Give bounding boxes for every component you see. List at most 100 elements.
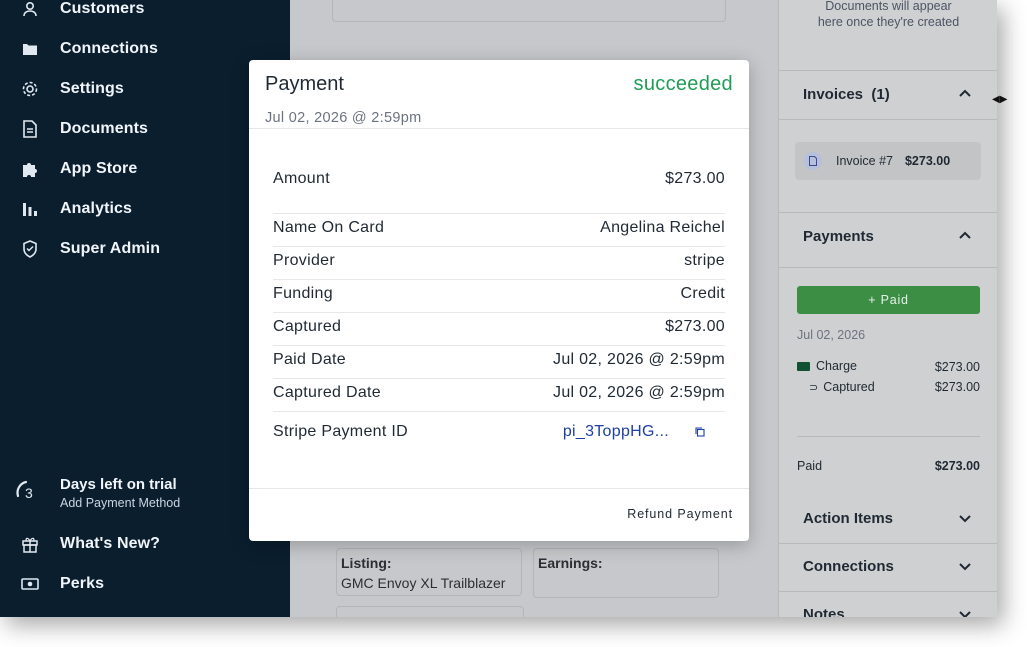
payments-section-header[interactable]: Payments (779, 212, 997, 268)
resize-arrows-icon[interactable]: ◀▶ (992, 94, 1007, 105)
charge-row[interactable]: Charge (797, 359, 857, 373)
stripe-id-label: Stripe Payment ID (273, 423, 408, 440)
app-window: Customers Connections Settings Documents… (0, 0, 997, 617)
chevron-down-icon (959, 611, 971, 617)
row-value: Credit (680, 285, 725, 302)
earnings-card: Earnings: (533, 548, 719, 598)
notes-title: Notes (803, 606, 845, 617)
ghost-card-bottom (336, 606, 524, 617)
sidebar-item-label: Connections (60, 40, 158, 57)
captured-row: ⊃ Captured (809, 380, 875, 394)
copy-icon[interactable] (695, 427, 705, 437)
refund-payment-button[interactable]: Refund Payment (627, 507, 733, 521)
sidebar-item-label: App Store (60, 160, 138, 177)
folder-icon (20, 39, 40, 59)
shield-icon (20, 239, 40, 259)
docs-note-line2: here once they're created (817, 15, 960, 29)
gift-icon (20, 534, 40, 554)
stripe-id-value-wrap: pi_3ToppHG... (563, 423, 725, 441)
action-items-section-header[interactable]: Action Items (779, 495, 997, 544)
captured-arrow-icon: ⊃ (809, 381, 819, 394)
card-icon (797, 361, 810, 371)
gear-icon (20, 79, 40, 99)
listing-label: Listing: (341, 555, 392, 571)
row-label: Paid Date (273, 351, 346, 368)
row-divider (273, 312, 725, 313)
sidebar-item-app-store[interactable]: App Store (20, 157, 137, 181)
captured-label: Captured (823, 380, 875, 394)
charge-amount: $273.00 (934, 360, 980, 374)
row-divider (273, 279, 725, 280)
row-value: Angelina Reichel (600, 219, 725, 236)
paid-date-row: Paid Date Jul 02, 2026 @ 2:59pm (273, 351, 725, 369)
money-icon (20, 574, 40, 594)
stripe-payment-id-link[interactable]: pi_3ToppHG... (563, 423, 669, 441)
amount-row: Amount $273.00 (273, 170, 725, 188)
invoices-title: Invoices (1) (803, 86, 890, 103)
connections-section-header[interactable]: Connections (779, 543, 997, 592)
row-divider (273, 345, 725, 346)
modal-header-divider (249, 128, 749, 129)
document-icon (20, 119, 40, 139)
invoice-item[interactable]: Invoice #7 $273.00 (795, 142, 981, 180)
name-on-card-row: Name On Card Angelina Reichel (273, 219, 725, 237)
charge-label: Charge (816, 359, 857, 373)
add-payment-method-link[interactable]: Add Payment Method (60, 496, 180, 510)
sidebar-item-label: What's New? (60, 535, 161, 552)
sidebar-item-whats-new[interactable]: What's New? (20, 532, 160, 556)
row-value: Jul 02, 2026 @ 2:59pm (553, 384, 725, 401)
chevron-up-icon (959, 231, 971, 239)
sidebar-item-label: Customers (60, 0, 145, 17)
docs-note-line1: Documents will appear (825, 0, 952, 13)
invoice-document-icon (804, 152, 822, 170)
amount-label: Amount (273, 170, 330, 187)
notes-section-header[interactable]: Notes (779, 591, 997, 617)
trial-days-count: 3 (25, 485, 33, 501)
bar-chart-icon (20, 199, 40, 219)
chevron-down-icon (959, 563, 971, 571)
sidebar-item-perks[interactable]: Perks (20, 572, 104, 596)
modal-title: Payment (265, 73, 344, 95)
paid-total: $273.00 (934, 459, 980, 473)
trial-title: Days left on trial (60, 476, 177, 493)
row-label: Funding (273, 285, 333, 302)
sidebar-item-connections[interactable]: Connections (20, 37, 158, 61)
chevron-down-icon (959, 515, 971, 523)
funding-row: Funding Credit (273, 285, 725, 303)
sidebar: Customers Connections Settings Documents… (0, 0, 290, 617)
row-value: Jul 02, 2026 @ 2:59pm (553, 351, 725, 368)
amount-value: $273.00 (665, 170, 725, 187)
sidebar-item-label: Super Admin (60, 240, 161, 257)
sidebar-item-settings[interactable]: Settings (20, 77, 124, 101)
action-items-title: Action Items (803, 510, 894, 527)
listing-value: GMC Envoy XL Trailblazer (341, 575, 506, 591)
puzzle-icon (20, 159, 40, 179)
row-label: Provider (273, 252, 335, 269)
row-divider (273, 411, 725, 412)
sidebar-item-analytics[interactable]: Analytics (20, 197, 132, 221)
sidebar-item-documents[interactable]: Documents (20, 117, 148, 141)
chevron-up-icon (959, 89, 971, 97)
sidebar-item-super-admin[interactable]: Super Admin (20, 237, 160, 261)
sidebar-item-customers[interactable]: Customers (20, 0, 144, 21)
row-divider (273, 378, 725, 379)
sidebar-item-label: Analytics (60, 200, 133, 217)
trial-gauge-icon: 3 (14, 476, 44, 506)
payment-date: Jul 02, 2026 (797, 328, 866, 342)
trial-banner[interactable]: 3 Days left on trial Add Payment Method (14, 476, 180, 510)
invoice-amount: $273.00 (904, 154, 951, 168)
ghost-card-top (332, 0, 726, 22)
paid-label: Paid (797, 459, 823, 473)
captured-row: Captured $273.00 (273, 318, 725, 336)
row-label: Captured (273, 318, 342, 335)
modal-footer-divider (249, 488, 749, 489)
row-divider (273, 246, 725, 247)
row-value: stripe (684, 252, 725, 269)
documents-empty-note: Documents will appear here once they're … (779, 0, 997, 30)
payment-status: succeeded (633, 73, 733, 95)
row-value: $273.00 (665, 318, 725, 335)
add-paid-button[interactable]: + Paid (797, 286, 980, 314)
invoices-section-header[interactable]: Invoices (1) (779, 70, 997, 120)
right-panel: Documents will appear here once they're … (778, 0, 997, 617)
payment-date: Jul 02, 2026 @ 2:59pm (265, 110, 422, 126)
